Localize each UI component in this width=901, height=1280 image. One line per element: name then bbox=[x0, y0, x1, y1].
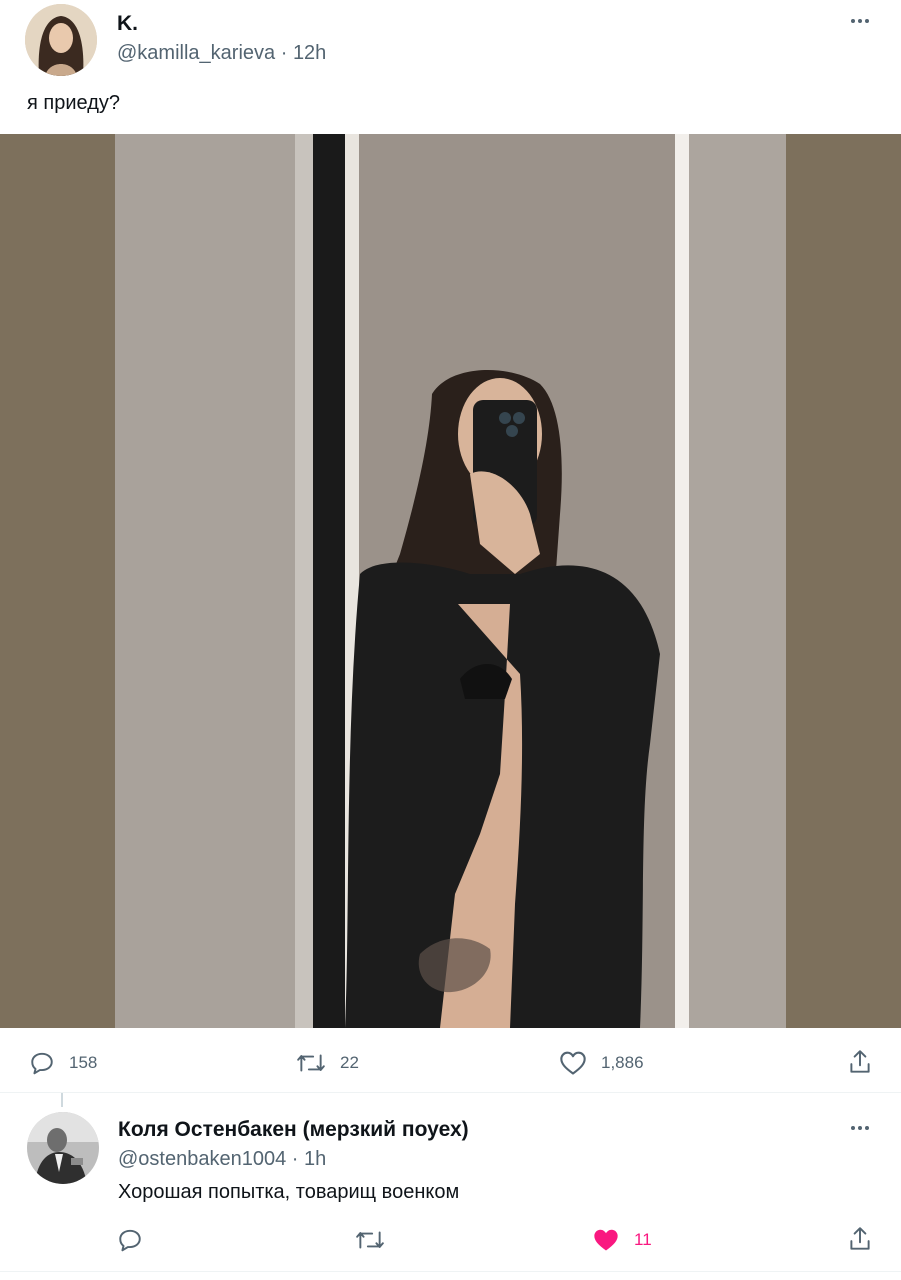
tweet-more-button[interactable] bbox=[851, 19, 869, 23]
tweet-divider bbox=[0, 1092, 901, 1093]
share-action[interactable] bbox=[847, 1048, 873, 1076]
reply-handle[interactable]: @ostenbaken1004 bbox=[118, 1148, 286, 1170]
tweet-media[interactable] bbox=[0, 134, 901, 1028]
reply-share-action[interactable] bbox=[847, 1225, 873, 1253]
reply-time[interactable]: 1h bbox=[304, 1148, 326, 1170]
author-handle[interactable]: @kamilla_karieva bbox=[117, 42, 275, 64]
reply-like-action[interactable]: 11 bbox=[592, 1227, 652, 1253]
author-avatar[interactable] bbox=[25, 4, 97, 76]
reply-author-avatar[interactable] bbox=[27, 1112, 99, 1184]
tweet-text: я приеду? bbox=[27, 92, 120, 114]
avatar-image bbox=[25, 4, 97, 76]
reply-more-icon bbox=[851, 1126, 855, 1130]
retweet-count: 22 bbox=[340, 1053, 359, 1072]
reply-reply-icon bbox=[119, 1229, 141, 1252]
reply-more-button[interactable] bbox=[851, 1126, 869, 1130]
like-action[interactable]: 1,886 bbox=[559, 1050, 644, 1076]
reply-like-count: 11 bbox=[634, 1230, 652, 1249]
retweet-action[interactable]: 22 bbox=[296, 1050, 359, 1076]
more-icon bbox=[851, 19, 855, 23]
reply-action[interactable]: 158 bbox=[29, 1050, 97, 1076]
reply-text: Хорошая попытка, товарищ военком bbox=[118, 1181, 460, 1203]
reply-reply-action[interactable] bbox=[117, 1227, 143, 1253]
retweet-icon bbox=[297, 1054, 325, 1072]
reply-avatar-image bbox=[27, 1112, 99, 1184]
reply-icon bbox=[31, 1052, 53, 1075]
share-icon bbox=[850, 1050, 870, 1073]
meta-separator: · bbox=[280, 42, 288, 64]
heart-icon bbox=[560, 1051, 586, 1075]
author-meta: @kamilla_karieva · 12h bbox=[117, 42, 326, 65]
reply-meta-separator: · bbox=[291, 1148, 299, 1170]
like-count: 1,886 bbox=[601, 1053, 644, 1072]
author-display-name[interactable]: K. bbox=[117, 12, 138, 36]
tweet-time[interactable]: 12h bbox=[293, 42, 326, 64]
reply-share-icon bbox=[850, 1227, 870, 1250]
reply-retweet-icon bbox=[356, 1231, 384, 1249]
reply-count: 158 bbox=[69, 1053, 98, 1072]
tweet-photo bbox=[0, 134, 901, 1028]
reply-retweet-action[interactable] bbox=[355, 1227, 385, 1253]
thread-connector bbox=[61, 1093, 63, 1107]
reply-display-name[interactable]: Коля Остенбакен (мерзкий поуех) bbox=[118, 1118, 469, 1142]
bottom-divider bbox=[0, 1271, 901, 1272]
reply-meta: @ostenbaken1004 · 1h bbox=[118, 1148, 326, 1171]
reply-heart-filled-icon bbox=[594, 1229, 618, 1251]
